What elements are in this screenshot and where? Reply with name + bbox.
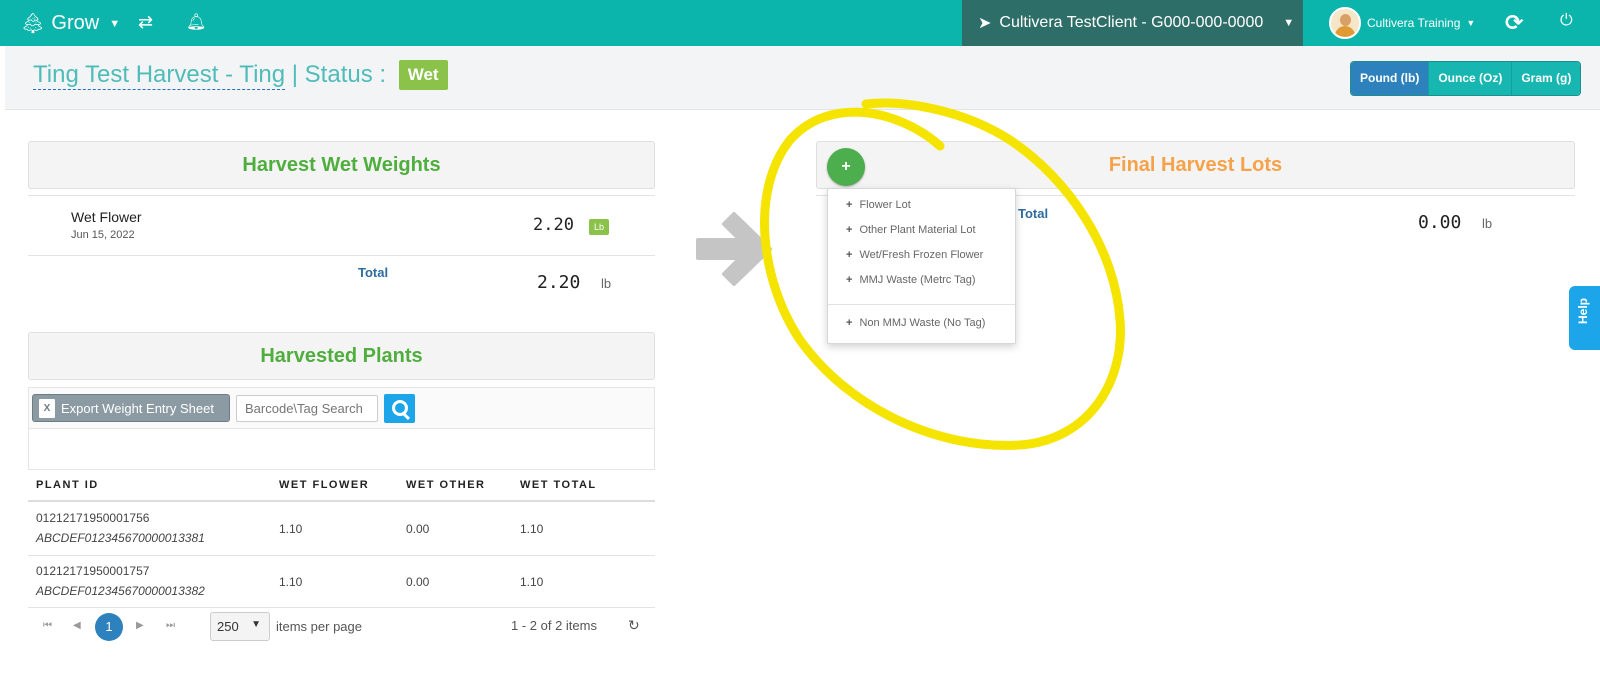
divider	[828, 304, 1015, 305]
wet-total-value: 2.20	[537, 272, 581, 293]
pager-summary: 1 - 2 of 2 items	[511, 618, 597, 633]
wet-flower-cell: 1.10	[279, 575, 303, 589]
plant-id: 01212171950001756	[36, 511, 150, 525]
next-page-icon[interactable]: ▶	[136, 620, 144, 631]
menu-item-mmj-waste[interactable]: + MMJ Waste (Metrc Tag)	[846, 274, 976, 286]
chevron-down-icon: ▼	[251, 619, 261, 630]
swap-arrows-icon[interactable]: ⇄	[138, 12, 153, 33]
status-label: | Status :	[285, 61, 393, 88]
last-page-icon[interactable]: ⏭	[166, 620, 175, 631]
chevron-down-icon: ▼	[109, 17, 121, 30]
divider	[28, 255, 655, 256]
harvested-plants-header: Harvested Plants	[28, 332, 655, 380]
status-badge: Wet	[398, 60, 448, 90]
wet-total-unit: lb	[601, 276, 612, 291]
location-arrow-icon: ➤	[978, 15, 992, 32]
page-size-select[interactable]: 250 ▼	[210, 612, 270, 641]
power-icon[interactable]: ⏻	[1560, 12, 1573, 30]
menu-item-wet-fresh-frozen-flower[interactable]: + Wet/Fresh Frozen Flower	[846, 249, 983, 261]
tree-icon: 🌲︎	[20, 13, 46, 35]
menu-item-non-mmj-waste[interactable]: + Non MMJ Waste (No Tag)	[846, 317, 985, 329]
divider	[28, 607, 655, 608]
help-tab[interactable]: Help	[1569, 286, 1600, 350]
wet-other-cell: 0.00	[406, 575, 430, 589]
plus-icon: +	[846, 224, 853, 236]
lots-total-unit: lb	[1482, 216, 1493, 231]
unit-pound-button[interactable]: Pound (lb)	[1351, 62, 1429, 95]
menu-item-other-plant-material-lot[interactable]: + Other Plant Material Lot	[846, 224, 976, 236]
plant-tag: ABCDEF012345670000013382	[36, 584, 205, 598]
wet-other-cell: 0.00	[406, 522, 430, 536]
plant-tag: ABCDEF012345670000013381	[36, 531, 205, 545]
barcode-search-input[interactable]	[236, 395, 378, 422]
app-name: Grow	[51, 12, 100, 34]
unit-badge: Lb	[589, 219, 610, 235]
unit-toggle: Pound (lb) Ounce (Oz) Gram (g)	[1350, 61, 1582, 96]
final-lots-header: Final Harvest Lots	[816, 141, 1575, 189]
add-lot-menu: + Flower Lot + Other Plant Material Lot + W…	[827, 188, 1016, 344]
page-title: Ting Test Harvest - Ting | Status : Wet	[33, 60, 448, 90]
chevron-down-icon: ▼	[1466, 18, 1476, 28]
user-name: Cultivera Training	[1367, 16, 1461, 30]
client-name: Cultivera TestClient - G000-000-0000	[999, 14, 1264, 31]
col-plant-id[interactable]: PLANT ID	[36, 479, 99, 491]
wet-weights-header: Harvest Wet Weights	[28, 141, 655, 189]
wet-total-label: Total	[358, 265, 389, 280]
divider	[28, 555, 655, 556]
client-selector[interactable]: ➤ Cultivera TestClient - G000-000-0000 ▼	[962, 0, 1303, 46]
arrow-right-icon	[696, 212, 772, 286]
unit-ounce-button[interactable]: Ounce (Oz)	[1428, 62, 1512, 95]
wet-flower-cell: 1.10	[279, 522, 303, 536]
chevron-down-icon: ▼	[1283, 17, 1295, 29]
unit-gram-button[interactable]: Gram (g)	[1511, 62, 1581, 95]
divider	[28, 195, 655, 196]
plant-id: 01212171950001757	[36, 564, 150, 578]
refresh-grid-icon[interactable]: ↻	[628, 617, 640, 634]
refresh-icon[interactable]: ⟳	[1505, 10, 1523, 36]
export-label: Export Weight Entry Sheet	[61, 400, 214, 416]
export-weight-sheet-button[interactable]: X Export Weight Entry Sheet	[32, 394, 230, 422]
wet-total-cell: 1.10	[520, 575, 544, 589]
app-menu[interactable]: 🌲︎ Grow ▼	[20, 11, 120, 36]
user-menu[interactable]: Cultivera Training ▼	[1329, 7, 1475, 39]
col-wet-total[interactable]: WET TOTAL	[520, 479, 597, 491]
plus-icon: +	[846, 199, 853, 211]
col-wet-other[interactable]: WET OTHER	[406, 479, 486, 491]
avatar	[1329, 7, 1361, 39]
lots-total-label: Total	[1018, 206, 1049, 221]
add-lot-button[interactable]: +	[827, 148, 865, 186]
page-size-value: 250	[217, 619, 239, 634]
top-nav: 🌲︎ Grow ▼ ⇄ 🔔︎ ➤ Cultivera TestClient - …	[0, 0, 1600, 46]
col-wet-flower[interactable]: WET FLOWER	[279, 479, 369, 491]
prev-page-icon[interactable]: ◀	[73, 620, 81, 631]
wet-total-cell: 1.10	[520, 522, 544, 536]
lots-total-value: 0.00	[1418, 212, 1462, 233]
harvest-name-link[interactable]: Ting Test Harvest - Ting	[33, 61, 286, 90]
bell-icon[interactable]: 🔔︎	[186, 12, 206, 32]
plus-icon: +	[846, 274, 853, 286]
items-per-page-label: items per page	[276, 619, 362, 634]
first-page-icon[interactable]: ⏮	[43, 620, 52, 631]
plus-icon: +	[846, 249, 853, 261]
wet-flower-label: Wet Flower	[71, 209, 142, 225]
wet-flower-date: Jun 15, 2022	[71, 229, 135, 241]
plus-icon: +	[846, 317, 853, 329]
group-drop-area	[28, 429, 655, 470]
current-page-button[interactable]: 1	[95, 613, 123, 641]
menu-item-flower-lot[interactable]: + Flower Lot	[846, 199, 911, 211]
wet-flower-value: 2.20	[533, 215, 574, 235]
divider	[28, 500, 655, 502]
search-icon[interactable]	[384, 394, 415, 423]
excel-file-icon: X	[39, 398, 55, 418]
